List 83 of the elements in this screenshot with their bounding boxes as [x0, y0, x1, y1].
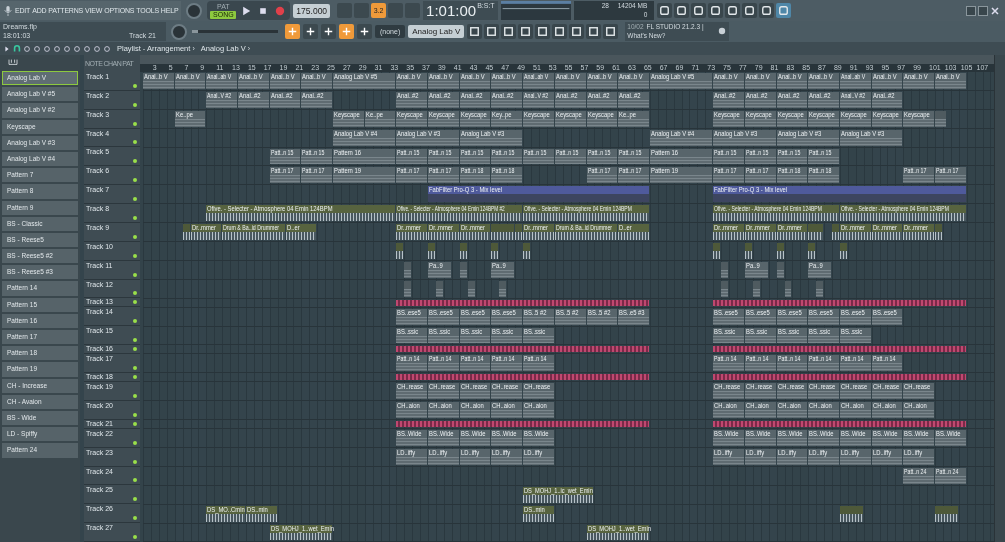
audio-clip[interactable] — [459, 243, 467, 259]
track-enable-led[interactable] — [133, 291, 137, 296]
magnet-icon[interactable] — [13, 44, 21, 53]
pattern-clip[interactable] — [459, 261, 467, 278]
block-clip[interactable] — [713, 421, 966, 428]
audio-clip[interactable] — [396, 243, 404, 259]
block-clip[interactable] — [396, 299, 649, 306]
pattern-clip[interactable] — [721, 261, 729, 278]
track-enable-led[interactable] — [133, 440, 137, 445]
toolbar-icon[interactable] — [303, 24, 318, 39]
minimize-icon[interactable] — [966, 5, 976, 16]
audio-clip[interactable] — [491, 224, 515, 240]
globe-icon[interactable] — [718, 27, 727, 35]
toolbar-toggle[interactable] — [354, 3, 370, 18]
toolbar-icon[interactable] — [321, 24, 336, 39]
tempo-field[interactable]: 175.000 — [293, 3, 331, 18]
block-clip[interactable] — [713, 299, 966, 306]
track-enable-led[interactable] — [133, 347, 137, 352]
track-enable-led[interactable] — [133, 393, 137, 398]
audio-clip[interactable] — [713, 243, 721, 259]
block-clip[interactable] — [396, 421, 649, 428]
track-enable-led[interactable] — [133, 497, 137, 502]
audio-clip[interactable] — [428, 243, 435, 259]
pattern-clip[interactable] — [404, 261, 412, 278]
track-enable-led[interactable] — [133, 516, 137, 521]
track-enable-led[interactable] — [133, 459, 137, 464]
pattern-clip[interactable] — [752, 280, 760, 297]
track-enable-led[interactable] — [133, 272, 137, 277]
pattern-clip[interactable] — [436, 280, 443, 297]
track-enable-led[interactable] — [133, 234, 137, 239]
channel-field[interactable]: Analog Lab V — [408, 25, 465, 38]
track-enable-led[interactable] — [133, 197, 137, 202]
track-enable-led[interactable] — [133, 338, 137, 343]
audio-clip[interactable] — [832, 224, 839, 240]
audio-clip[interactable] — [808, 224, 824, 240]
track-enable-led[interactable] — [133, 121, 137, 126]
piano-icon[interactable] — [8, 57, 18, 66]
pattern-clip[interactable] — [467, 280, 475, 297]
track-enable-led[interactable] — [133, 140, 137, 145]
track-enable-led[interactable] — [133, 102, 137, 107]
audio-clip[interactable] — [523, 243, 531, 259]
block-clip[interactable] — [713, 374, 966, 381]
restore-icon[interactable] — [978, 5, 988, 16]
pattern-clip[interactable] — [499, 280, 507, 297]
track-enable-led[interactable] — [133, 178, 137, 183]
audio-clip[interactable] — [491, 243, 499, 259]
pitch-knob[interactable] — [171, 23, 187, 40]
track-enable-led[interactable] — [133, 216, 137, 220]
pattern-clip[interactable] — [816, 280, 824, 297]
volume-knob[interactable] — [186, 2, 203, 19]
audio-clip[interactable] — [808, 243, 816, 259]
pattern-clip[interactable] — [404, 280, 412, 297]
track-enable-led[interactable] — [133, 300, 137, 305]
audio-clip[interactable] — [839, 505, 863, 522]
audio-clip[interactable] — [935, 505, 958, 522]
scrollbar[interactable] — [994, 55, 1005, 542]
track-enable-led[interactable] — [133, 83, 137, 88]
track-enable-led[interactable] — [133, 253, 137, 258]
pattern-clip[interactable] — [776, 261, 784, 278]
track-enable-led[interactable] — [133, 375, 137, 380]
song-time: 1:01:00 — [426, 1, 477, 20]
track-enable-led[interactable] — [133, 421, 137, 426]
toolbar-icon[interactable] — [357, 24, 372, 39]
track-enable-led[interactable] — [133, 535, 137, 540]
audio-clip[interactable] — [839, 243, 847, 259]
pattern-clip[interactable] — [721, 280, 729, 297]
pattern-clip[interactable] — [935, 110, 946, 127]
track-enable-led[interactable] — [133, 412, 137, 417]
block-clip[interactable] — [396, 346, 649, 353]
track-enable-led[interactable] — [133, 159, 137, 164]
track-enable-led[interactable] — [133, 366, 137, 371]
audio-clip[interactable] — [935, 224, 942, 240]
audio-clip[interactable] — [776, 243, 784, 259]
audio-clip[interactable] — [744, 243, 752, 259]
waveform-monitor — [500, 1, 571, 20]
close-icon[interactable] — [990, 5, 1000, 16]
audio-clip[interactable] — [515, 224, 523, 240]
track-enable-led[interactable] — [133, 319, 137, 324]
track-enable-led[interactable] — [133, 478, 137, 483]
block-clip[interactable] — [713, 346, 966, 353]
block-clip[interactable] — [396, 374, 649, 381]
pattern-clip[interactable] — [784, 280, 792, 297]
audio-clip[interactable] — [182, 224, 190, 240]
